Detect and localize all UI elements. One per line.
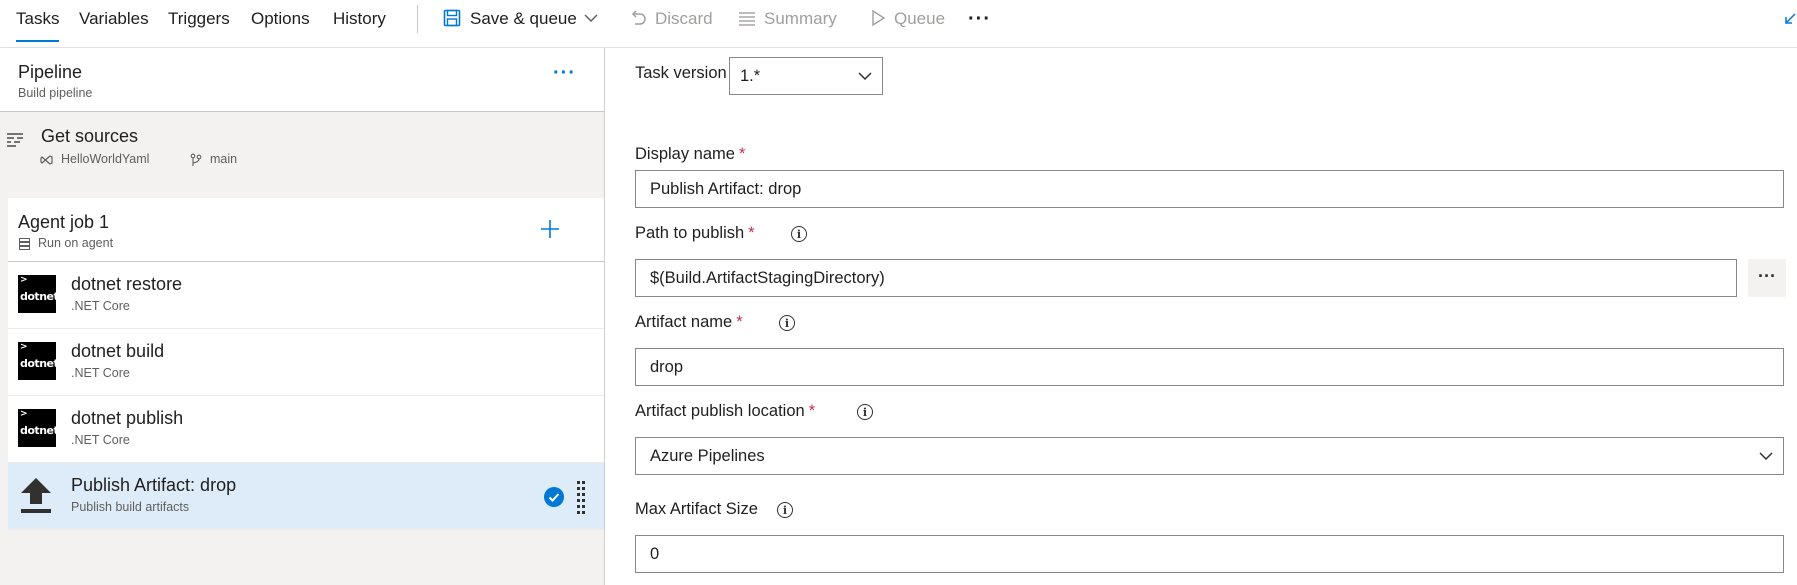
get-sources-item[interactable]: Get sources HelloWorldYaml main [0, 112, 604, 198]
task-list-panel: Pipeline Build pipeline ··· Get sources … [0, 48, 605, 585]
task-version-value: 1.* [740, 67, 761, 85]
save-icon [443, 9, 461, 27]
queue-label: Queue [894, 9, 946, 28]
more-actions-button[interactable]: ··· [968, 0, 991, 38]
repo-name: HelloWorldYaml [61, 152, 150, 166]
path-to-publish-input[interactable]: $(Build.ArtifactStagingDirectory) [635, 259, 1737, 297]
agent-job-subtitle: Run on agent [38, 236, 114, 250]
discard-button[interactable]: Discard [629, 0, 729, 38]
chevron-down-icon [858, 72, 872, 81]
task-name: Publish Artifact: drop [71, 475, 237, 495]
tab-variables[interactable]: Variables [79, 0, 149, 40]
tab-options[interactable]: Options [251, 0, 310, 40]
list-icon [739, 12, 755, 26]
chevron-down-icon [1759, 452, 1773, 461]
pipeline-title: Pipeline [18, 62, 83, 82]
get-sources-icon [7, 133, 23, 147]
artifact-name-input[interactable]: drop [635, 348, 1784, 386]
task-item-dotnet-build[interactable]: > dotnet dotnet build .NET Core [8, 329, 604, 396]
display-name-label: Display name * [635, 145, 746, 163]
discard-label: Discard [655, 9, 713, 28]
upload-icon [21, 478, 51, 513]
task-version-select[interactable]: 1.* [729, 57, 883, 95]
task-item-dotnet-publish[interactable]: > dotnet dotnet publish .NET Core [8, 396, 604, 463]
dotnet-logo-icon: > dotnet [18, 342, 59, 380]
repo-icon [40, 155, 53, 165]
max-artifact-size-input[interactable]: 0 [635, 535, 1784, 573]
summary-button[interactable]: Summary [738, 0, 843, 38]
artifact-name-label: Artifact name * [635, 313, 743, 331]
summary-label: Summary [764, 9, 837, 28]
agent-job-title: Agent job 1 [18, 212, 110, 232]
task-item-dotnet-restore[interactable]: > dotnet dotnet restore .NET Core [8, 262, 604, 329]
task-name: dotnet restore [71, 274, 183, 294]
toolbar: Tasks Variables Triggers Options History… [0, 0, 1797, 48]
save-queue-label: Save & queue [470, 9, 577, 28]
dotnet-logo-icon: > dotnet [18, 409, 59, 447]
tab-history[interactable]: History [333, 0, 386, 40]
publish-location-label: Artifact publish location * [635, 402, 816, 420]
task-type: Publish build artifacts [71, 500, 190, 514]
publish-location-select[interactable]: Azure Pipelines [635, 437, 1784, 475]
max-artifact-size-label: Max Artifact Size [635, 500, 758, 518]
collapse-icon[interactable] [1783, 12, 1797, 26]
pipeline-more-button[interactable]: ··· [553, 62, 576, 85]
chevron-down-icon [584, 14, 598, 23]
task-name: dotnet build [71, 341, 165, 361]
agent-icon [19, 238, 30, 250]
agent-job-header[interactable]: Agent job 1 Run on agent [8, 198, 604, 262]
drag-handle-icon[interactable] [576, 480, 586, 514]
branch-icon [190, 153, 202, 166]
add-task-icon[interactable] [540, 219, 560, 239]
task-version-label: Task version [635, 64, 727, 82]
browse-path-button[interactable]: ··· [1748, 259, 1786, 297]
task-name: dotnet publish [71, 408, 184, 428]
task-type: .NET Core [71, 299, 130, 313]
undo-icon [631, 10, 646, 25]
publish-location-info-icon[interactable]: i [857, 404, 873, 420]
path-info-icon[interactable]: i [791, 226, 807, 242]
save-queue-button[interactable]: Save & queue [443, 0, 603, 38]
artifact-name-info-icon[interactable]: i [779, 315, 795, 331]
queue-button[interactable]: Queue [870, 0, 950, 38]
publish-location-value: Azure Pipelines [650, 447, 765, 465]
branch-name: main [210, 152, 238, 166]
max-size-info-icon[interactable]: i [777, 502, 793, 518]
tab-tasks[interactable]: Tasks [16, 0, 60, 42]
task-item-publish-artifact[interactable]: Publish Artifact: drop Publish build art… [8, 463, 604, 530]
get-sources-title: Get sources [41, 126, 139, 146]
tab-triggers[interactable]: Triggers [168, 0, 230, 40]
play-icon [872, 9, 886, 27]
pipeline-header[interactable]: Pipeline Build pipeline ··· [0, 48, 604, 112]
task-type: .NET Core [71, 433, 130, 447]
task-type: .NET Core [71, 366, 130, 380]
path-to-publish-label: Path to publish * [635, 224, 755, 242]
dotnet-logo-icon: > dotnet [18, 275, 59, 313]
task-details-panel: Task version 1.* Display name * Publish A… [605, 48, 1797, 585]
pipeline-subtitle: Build pipeline [18, 86, 93, 100]
display-name-input[interactable]: Publish Artifact: drop [635, 170, 1784, 208]
enabled-check-icon[interactable] [544, 487, 564, 507]
toolbar-divider [417, 5, 418, 33]
